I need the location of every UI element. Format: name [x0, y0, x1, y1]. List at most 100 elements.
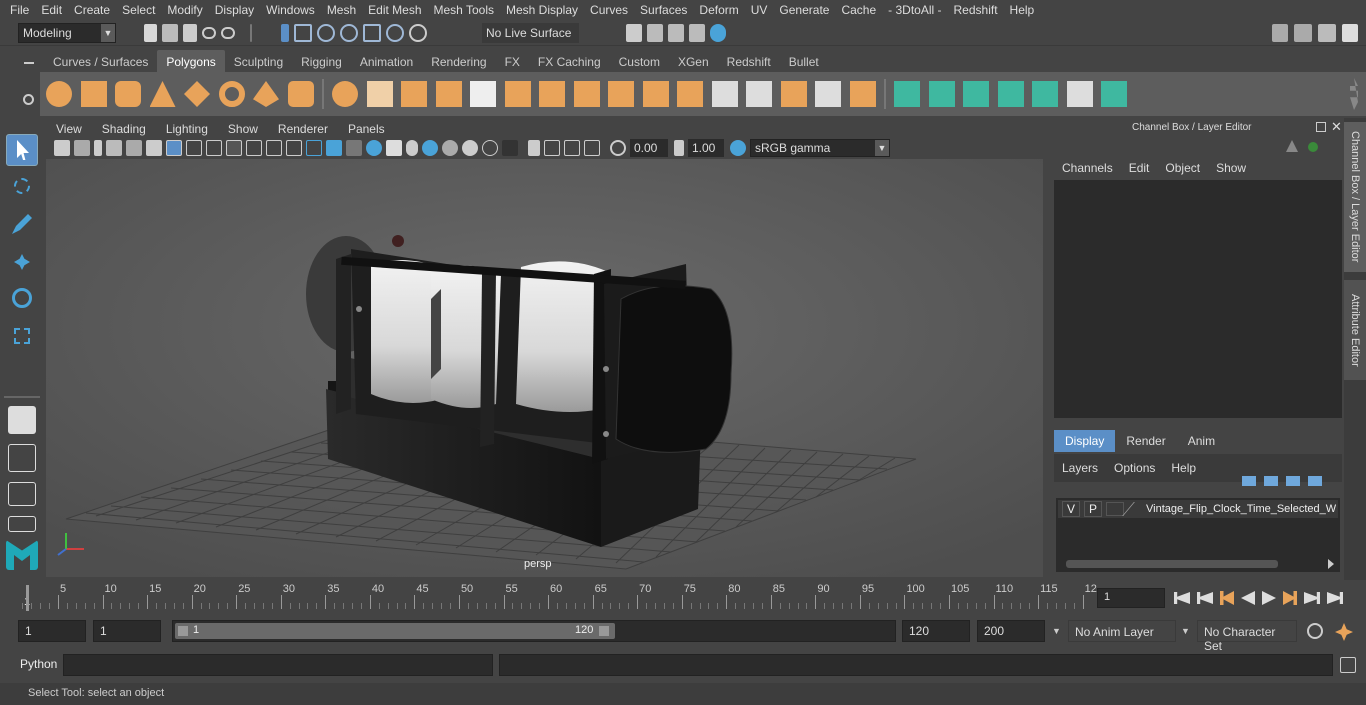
default-material-icon[interactable]: [366, 140, 382, 156]
layer-menu-options[interactable]: Options: [1114, 461, 1155, 475]
tab-polygons[interactable]: Polygons: [157, 50, 225, 72]
uv-spherical-icon[interactable]: [963, 81, 989, 107]
new-layer-selected-icon[interactable]: [1308, 476, 1322, 486]
poly-cube-icon[interactable]: [80, 81, 107, 107]
outliner-layout-icon[interactable]: [8, 482, 36, 506]
bookmark-icon[interactable]: [94, 140, 102, 156]
open-scene-icon[interactable]: [162, 24, 178, 42]
resolution-gate-icon[interactable]: [206, 140, 222, 156]
grid-toggle-icon[interactable]: [166, 140, 182, 156]
undo-icon[interactable]: [202, 27, 216, 39]
bevel-icon[interactable]: [504, 81, 531, 107]
tab-xgen[interactable]: XGen: [669, 50, 718, 72]
layer-hscrollbar[interactable]: [1066, 560, 1278, 568]
render-frame-icon[interactable]: [626, 24, 642, 42]
viewport-menu-show[interactable]: Show: [218, 122, 268, 136]
layer-display-type[interactable]: [1106, 502, 1124, 516]
shelf-menu-icon[interactable]: [24, 62, 34, 64]
poly-torus-icon[interactable]: [218, 81, 245, 107]
layout-grid-icon[interactable]: [1342, 24, 1358, 42]
step-back-frame-icon[interactable]: [1220, 591, 1234, 605]
mode-selector[interactable]: Modeling ▼: [18, 23, 116, 43]
go-to-end-icon[interactable]: [1327, 592, 1343, 604]
playback-start-field[interactable]: 1: [93, 620, 161, 642]
tab-animation[interactable]: Animation: [351, 50, 422, 72]
menu-select[interactable]: Select: [116, 3, 161, 17]
layer-visibility-toggle[interactable]: V: [1062, 501, 1080, 517]
motion-blur-icon[interactable]: [462, 140, 478, 156]
layout-list-icon[interactable]: [1294, 24, 1312, 42]
tab-channel-box[interactable]: Channel Box / Layer Editor: [1344, 122, 1366, 272]
ipr-render-icon[interactable]: [668, 24, 684, 42]
wireframe-icon[interactable]: [306, 140, 322, 156]
isolate-select-icon[interactable]: [528, 140, 540, 156]
append-polygon-icon[interactable]: [642, 81, 669, 107]
safe-action-icon[interactable]: [266, 140, 282, 156]
channel-menu-edit[interactable]: Edit: [1121, 161, 1158, 175]
uv-automatic-icon[interactable]: [997, 81, 1024, 107]
camera-attributes-icon[interactable]: [74, 140, 90, 156]
scroll-right-icon[interactable]: [1328, 559, 1334, 569]
exposure-icon[interactable]: [610, 140, 626, 156]
snap-surface-icon[interactable]: [386, 24, 404, 42]
float-panel-icon[interactable]: [1316, 122, 1326, 132]
grease-pencil-icon[interactable]: [146, 140, 162, 156]
color-management-icon[interactable]: [730, 140, 746, 156]
mirror-icon[interactable]: [401, 81, 427, 107]
menu-mesh-display[interactable]: Mesh Display: [500, 3, 584, 17]
animation-preferences-icon[interactable]: [1335, 623, 1353, 641]
viewport-menu-lighting[interactable]: Lighting: [156, 122, 218, 136]
tab-anim[interactable]: Anim: [1177, 430, 1226, 452]
uv-checker-icon[interactable]: [1066, 81, 1093, 107]
close-icon[interactable]: ✕: [1331, 119, 1342, 135]
menu-edit-mesh[interactable]: Edit Mesh: [362, 3, 427, 17]
playback-end-field[interactable]: 120: [902, 620, 970, 642]
render-settings-icon[interactable]: [689, 24, 705, 42]
snap-point-icon[interactable]: [340, 24, 358, 42]
menu-generate[interactable]: Generate: [773, 3, 835, 17]
step-back-key-icon[interactable]: [1197, 592, 1213, 604]
poly-pipe-icon[interactable]: [287, 81, 314, 107]
tab-display[interactable]: Display: [1054, 430, 1116, 452]
command-language-label[interactable]: Python: [20, 657, 57, 671]
four-view-layout-icon[interactable]: [8, 444, 36, 472]
xray-joints-icon[interactable]: [544, 140, 560, 156]
offset-edge-loop-icon[interactable]: [746, 81, 772, 107]
menu-cache[interactable]: Cache: [835, 3, 882, 17]
menu-3dtoall[interactable]: - 3DtoAll -: [882, 3, 947, 17]
chevron-down-icon[interactable]: ▼: [1181, 626, 1190, 636]
play-backward-icon[interactable]: [1241, 591, 1255, 605]
move-tool-icon[interactable]: [6, 246, 38, 278]
layer-row[interactable]: V P Vintage_Flip_Clock_Time_Selected_W: [1058, 500, 1338, 518]
2d-pan-zoom-icon[interactable]: [126, 140, 142, 156]
character-set-selector[interactable]: No Character Set: [1197, 620, 1297, 653]
shadows-icon[interactable]: [422, 140, 438, 156]
menu-surfaces[interactable]: Surfaces: [634, 3, 693, 17]
safe-title-icon[interactable]: [286, 140, 302, 156]
viewport-menu-view[interactable]: View: [46, 122, 92, 136]
animation-end-field[interactable]: 200: [977, 620, 1045, 642]
snap-curve-icon[interactable]: [317, 24, 335, 42]
layer-name[interactable]: Vintage_Flip_Clock_Time_Selected_W: [1146, 503, 1336, 515]
channel-menu-object[interactable]: Object: [1157, 161, 1208, 175]
snap-live-icon[interactable]: [409, 24, 427, 42]
menu-uv[interactable]: UV: [745, 3, 774, 17]
select-tool-icon[interactable]: [6, 134, 38, 166]
uv-layout-icon[interactable]: [1101, 81, 1127, 107]
tab-render[interactable]: Render: [1115, 430, 1176, 452]
xray-active-icon[interactable]: [564, 140, 580, 156]
xray-icon[interactable]: [386, 140, 402, 156]
poly-sphere-icon[interactable]: [46, 81, 72, 107]
tab-fx-caching[interactable]: FX Caching: [529, 50, 610, 72]
image-plane-icon[interactable]: [106, 140, 122, 156]
auto-key-icon[interactable]: [1307, 623, 1323, 639]
wireframe-on-shaded-icon[interactable]: [346, 140, 362, 156]
select-hierarchy-icon[interactable]: [281, 24, 289, 42]
chevron-down-icon[interactable]: ▼: [1052, 626, 1061, 636]
poly-plane-icon[interactable]: [184, 81, 210, 107]
menu-display[interactable]: Display: [209, 3, 260, 17]
menu-help[interactable]: Help: [1004, 3, 1041, 17]
channel-menu-show[interactable]: Show: [1208, 161, 1254, 175]
merge-icon[interactable]: [849, 81, 876, 107]
live-surface-field[interactable]: No Live Surface: [482, 23, 579, 43]
